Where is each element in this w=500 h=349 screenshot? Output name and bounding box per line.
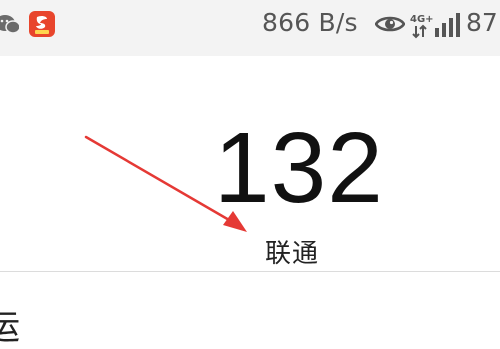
- status-bar: 866 B/s 4G+ 87: [0, 0, 500, 56]
- eye-icon: [375, 16, 405, 32]
- red-app-icon: [29, 11, 55, 37]
- signal-icon: 4G+: [409, 11, 463, 39]
- phone-number: 132: [214, 112, 384, 224]
- wechat-icon: [0, 15, 19, 34]
- network-speed: 866 B/s: [262, 8, 358, 37]
- divider: [0, 271, 500, 272]
- network-type-label: 4G+: [410, 14, 434, 25]
- battery-level: 87: [466, 8, 498, 37]
- carrier-label: 联通: [265, 239, 320, 269]
- partial-list-label: 运: [0, 308, 20, 348]
